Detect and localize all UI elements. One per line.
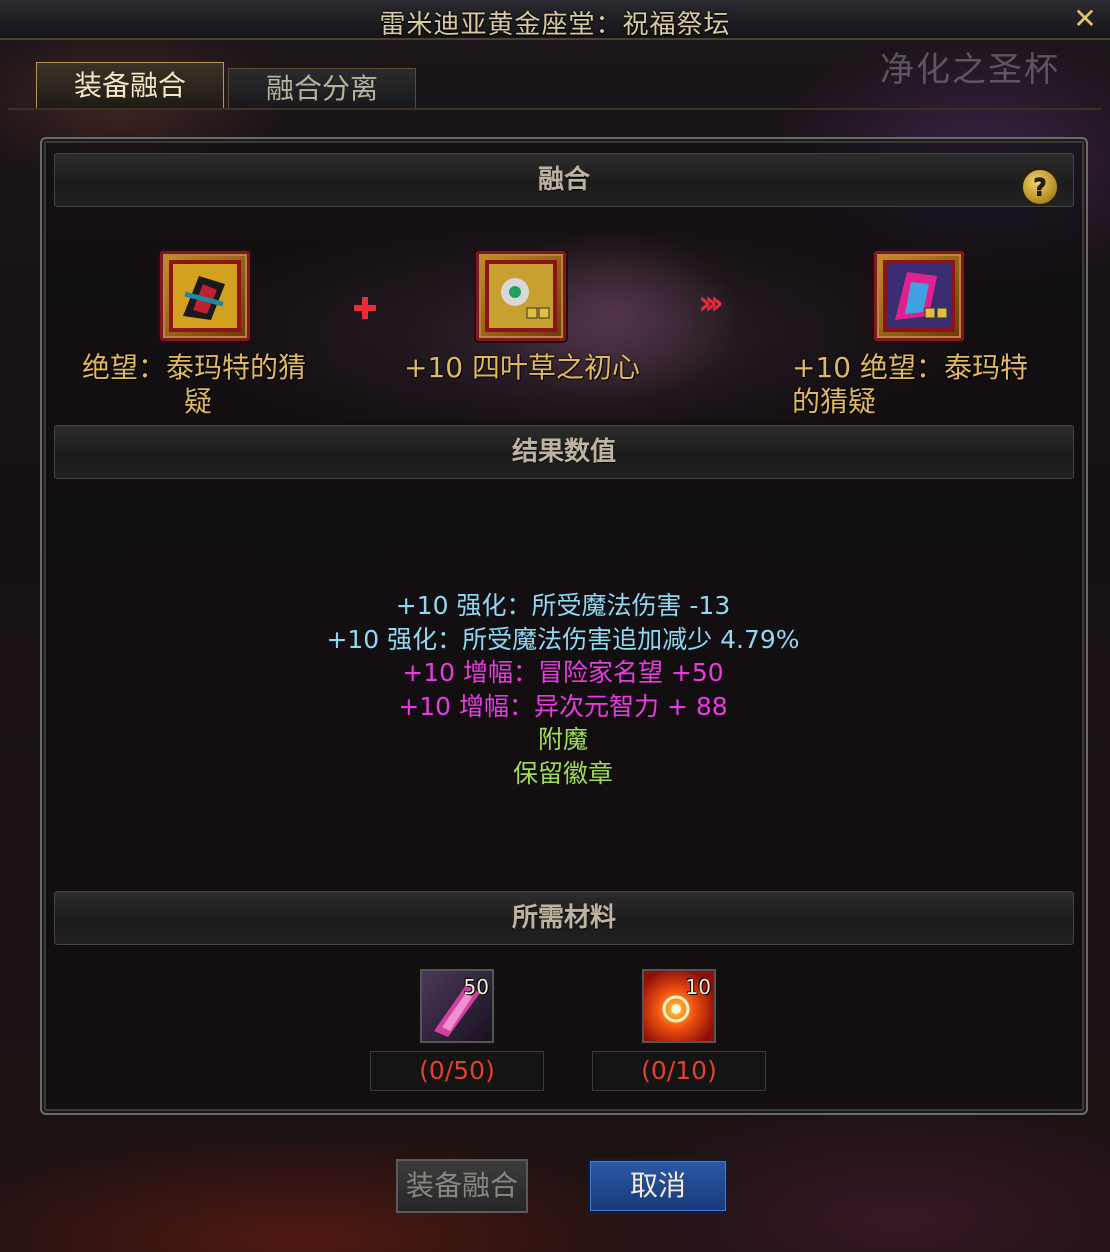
material-requirement: (0/10) — [592, 1051, 766, 1091]
close-button[interactable]: ✕ — [1070, 4, 1100, 34]
material-requirement: (0/50) — [370, 1051, 544, 1091]
stat-line: +10 强化：所受魔法伤害 -13 — [395, 591, 731, 620]
material-item-slot[interactable] — [476, 251, 566, 341]
section-header-materials: 所需材料 — [54, 891, 1074, 945]
tab-divider — [8, 108, 1102, 110]
section-title-materials: 所需材料 — [511, 903, 616, 933]
plus-icon — [354, 297, 376, 319]
material-stack-count: 10 — [685, 975, 711, 999]
fusion-panel: 融合 ? 绝望：泰玛特的猜 疑 +10 四叶草之初心 ››› +10 绝望：泰玛… — [40, 137, 1088, 1115]
section-header-fusion: 融合 ? — [54, 153, 1074, 207]
result-item-name-line1: +10 绝望：泰玛特 — [792, 351, 1028, 384]
dark-gem-item-icon — [169, 260, 241, 332]
section-header-result: 结果数值 — [54, 425, 1074, 479]
material-stack-count: 50 — [463, 975, 489, 999]
clover-item-icon — [485, 260, 557, 332]
stat-line: 附魔 — [537, 725, 588, 754]
fuse-equipment-button[interactable]: 装备融合 — [396, 1159, 528, 1213]
tab-equipment-fusion[interactable]: 装备融合 — [36, 62, 224, 109]
stat-line: +10 增幅：冒险家名望 +50 — [402, 658, 724, 687]
stat-line: 保留徽章 — [512, 758, 613, 788]
watermark-title: 净化之圣杯 — [880, 50, 1060, 90]
help-icon[interactable]: ? — [1021, 168, 1059, 206]
fusion-arrow-icon: ››› — [698, 283, 724, 323]
result-gem-item-icon — [883, 260, 955, 332]
tab-fusion-separation[interactable]: 融合分离 — [228, 68, 416, 109]
source-item-slot[interactable] — [160, 251, 250, 341]
section-title-fusion: 融合 — [537, 165, 590, 195]
material-slot-sun-orb[interactable]: 10 — [642, 969, 716, 1043]
material-slot-crystal[interactable]: 50 — [420, 969, 494, 1043]
section-title-result: 结果数值 — [511, 437, 616, 467]
fusion-area: 绝望：泰玛特的猜 疑 +10 四叶草之初心 ››› +10 绝望：泰玛特 的猜疑 — [54, 205, 1072, 421]
result-stats: +10 强化：所受魔法伤害 -13 +10 强化：所受魔法伤害追加减少 4.79… — [54, 589, 1072, 790]
stat-line: +10 强化：所受魔法伤害追加减少 4.79% — [326, 624, 800, 654]
material-item-name: +10 四叶草之初心 — [404, 351, 640, 384]
result-item-name-line2: 的猜疑 — [792, 385, 877, 418]
window-title: 雷米迪亚黄金座堂：祝福祭坛 — [379, 10, 731, 40]
result-item-slot[interactable] — [874, 251, 964, 341]
cancel-button[interactable]: 取消 — [588, 1159, 728, 1213]
title-bar: 雷米迪亚黄金座堂：祝福祭坛 ✕ — [0, 0, 1110, 40]
source-item-name-line2: 疑 — [184, 385, 213, 418]
stat-line: +10 增幅：异次元智力 + 88 — [398, 691, 728, 721]
source-item-name-line1: 绝望：泰玛特的猜 — [82, 351, 307, 384]
